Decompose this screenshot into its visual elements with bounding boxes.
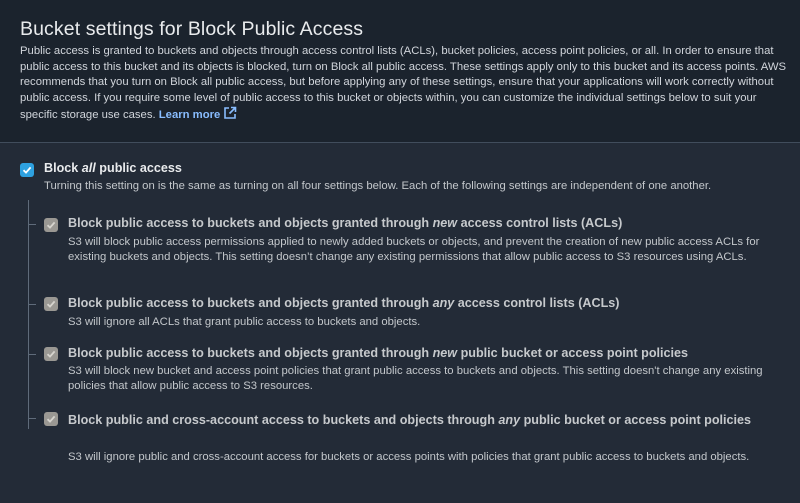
tree-branch <box>28 354 36 355</box>
option-new-policy-description: S3 will block new bucket and access poin… <box>68 365 763 392</box>
learn-more-link[interactable]: Learn more <box>159 107 238 121</box>
option-new-policy-label[interactable]: Block public access to buckets and objec… <box>68 346 688 360</box>
block-all-checkbox[interactable] <box>20 163 34 177</box>
option-new-policy-checkbox[interactable] <box>44 347 58 361</box>
page-title: Bucket settings for Block Public Access <box>20 18 364 40</box>
header-panel: Bucket settings for Block Public Access … <box>0 0 800 143</box>
check-icon <box>46 415 56 423</box>
check-icon <box>46 300 56 308</box>
option-any-policy-checkbox[interactable] <box>44 412 58 426</box>
option-any-acl-label[interactable]: Block public access to buckets and objec… <box>68 296 619 310</box>
option-any-acl-checkbox[interactable] <box>44 297 58 311</box>
block-all-label[interactable]: Block all public access <box>44 161 182 175</box>
tree-branch <box>28 418 36 419</box>
option-new-acl-checkbox[interactable] <box>44 218 58 232</box>
external-link-icon <box>223 106 237 126</box>
description-text: Public access is granted to buckets and … <box>20 45 787 122</box>
option-any-policy-description: S3 will ignore public and cross-account … <box>68 451 750 463</box>
option-any-acl-description: S3 will ignore all ACLs that grant publi… <box>68 316 421 328</box>
tree-branch <box>28 224 36 225</box>
block-all-description: Turning this setting on is the same as t… <box>44 180 712 192</box>
option-new-acl-label[interactable]: Block public access to buckets and objec… <box>68 216 622 230</box>
header-description: Public access is granted to buckets and … <box>20 44 790 126</box>
check-icon <box>46 221 56 229</box>
check-icon <box>46 350 56 358</box>
check-icon <box>22 166 32 174</box>
tree-line <box>28 200 29 429</box>
option-any-policy-label[interactable]: Block public and cross-account access to… <box>68 410 768 430</box>
tree-branch <box>28 304 36 305</box>
option-new-acl-description: S3 will block public access permissions … <box>68 236 760 263</box>
